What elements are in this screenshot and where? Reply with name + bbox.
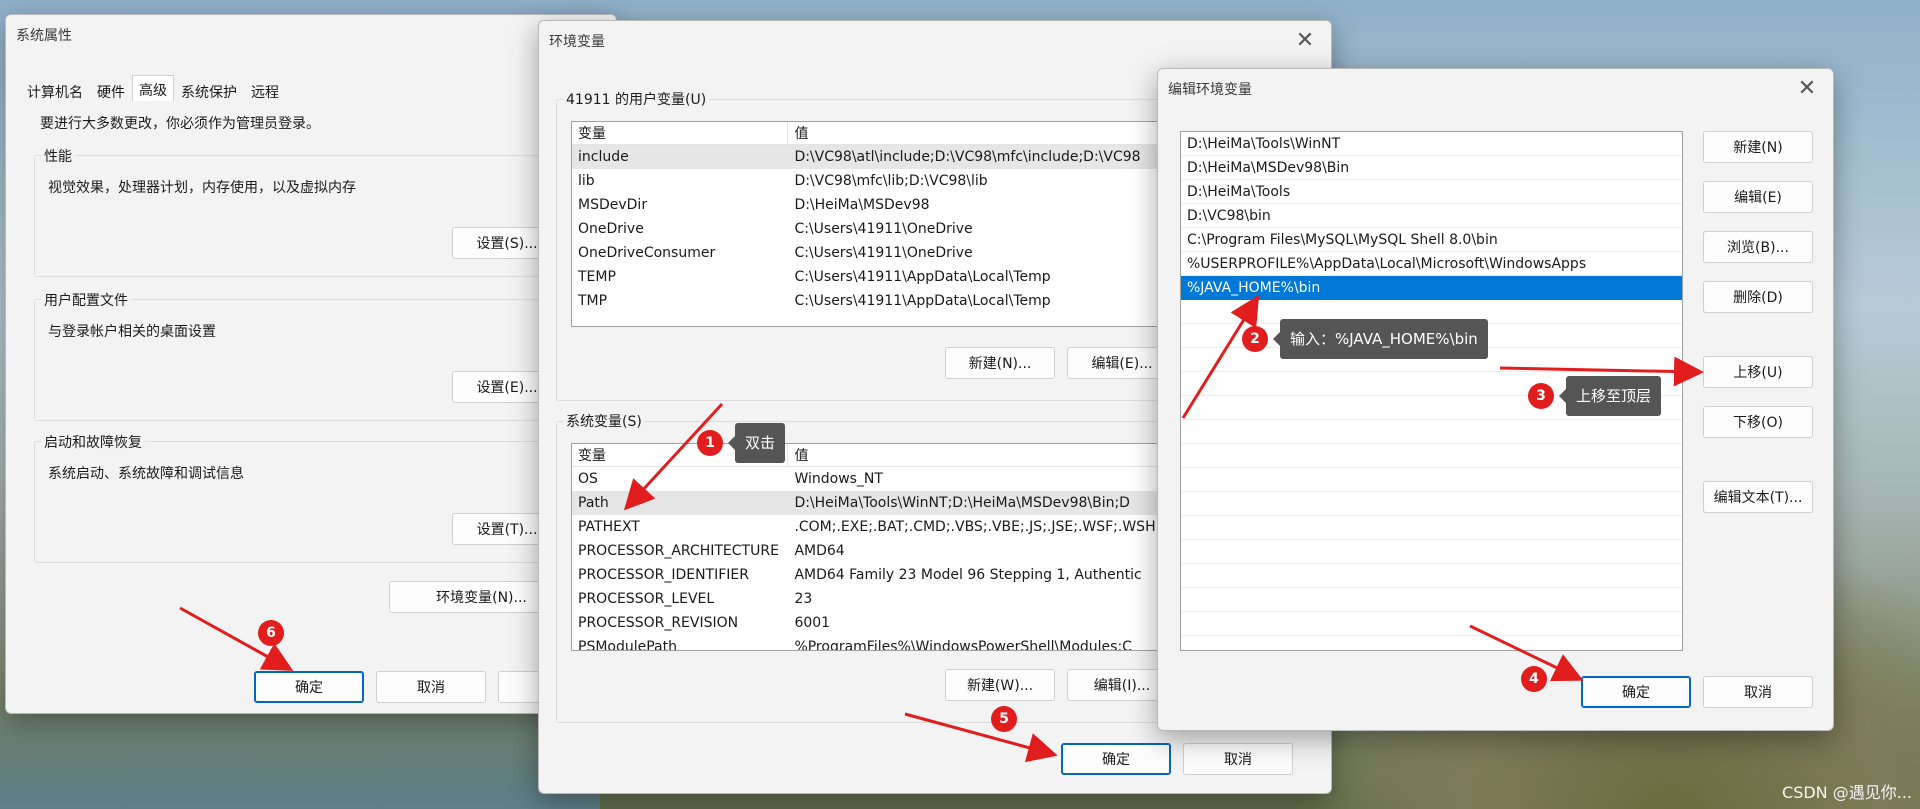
list-item[interactable]: D:\HeiMa\MSDev98\Bin xyxy=(1181,156,1682,180)
ok-button[interactable]: 确定 xyxy=(1061,743,1171,775)
empty-row xyxy=(1181,420,1682,444)
variable-name: OneDriveConsumer xyxy=(578,245,716,261)
tab-hardware[interactable]: 硬件 xyxy=(90,77,132,103)
variable-name: TMP xyxy=(578,293,608,309)
admin-note: 要进行大多数更改，你必须作为管理员登录。 xyxy=(40,116,320,132)
variable-name: PSModulePath xyxy=(578,639,677,651)
annotation-tip-input: 输入：%JAVA_HOME%\bin xyxy=(1273,319,1488,359)
step-badge-4: 4 xyxy=(1521,666,1547,692)
user-profile-desc: 与登录帐户相关的桌面设置 xyxy=(48,324,216,340)
step-badge-3: 3 xyxy=(1528,383,1554,409)
move-down-button[interactable]: 下移(O) xyxy=(1703,406,1813,438)
variable-name: Path xyxy=(578,495,609,511)
list-item[interactable]: %USERPROFILE%\AppData\Local\Microsoft\Wi… xyxy=(1181,252,1682,276)
step-badge-6: 6 xyxy=(258,620,284,646)
startup-title: 启动和故障恢复 xyxy=(41,432,145,452)
performance-desc: 视觉效果，处理器计划，内存使用，以及虚拟内存 xyxy=(48,180,356,196)
new-button[interactable]: 新建(N) xyxy=(1703,131,1813,163)
annotation-tip-move-top: 上移至顶层 xyxy=(1558,376,1662,416)
empty-row xyxy=(1181,468,1682,492)
ok-button[interactable]: 确定 xyxy=(1581,676,1691,708)
user-new-button[interactable]: 新建(N)... xyxy=(945,347,1055,379)
empty-row xyxy=(1181,492,1682,516)
variable-name: MSDevDir xyxy=(578,197,648,213)
cancel-button[interactable]: 取消 xyxy=(1703,676,1813,708)
variable-name: PROCESSOR_IDENTIFIER xyxy=(578,567,749,583)
tab-computer-name[interactable]: 计算机名 xyxy=(20,77,90,103)
user-profile-title: 用户配置文件 xyxy=(41,290,131,310)
cancel-button[interactable]: 取消 xyxy=(1183,743,1293,775)
system-new-button[interactable]: 新建(W)... xyxy=(945,669,1055,701)
variable-name: OneDrive xyxy=(578,221,644,237)
tab-system-protection[interactable]: 系统保护 xyxy=(174,77,244,103)
ok-button[interactable]: 确定 xyxy=(254,671,364,703)
step-badge-2: 2 xyxy=(1242,326,1268,352)
empty-row xyxy=(1181,540,1682,564)
browse-button[interactable]: 浏览(B)... xyxy=(1703,231,1813,263)
empty-row xyxy=(1181,588,1682,612)
list-item[interactable]: D:\VC98\bin xyxy=(1181,204,1682,228)
edit-text-button[interactable]: 编辑文本(T)... xyxy=(1703,481,1813,513)
tab-advanced[interactable]: 高级 xyxy=(132,75,174,101)
move-up-button[interactable]: 上移(U) xyxy=(1703,356,1813,388)
list-item[interactable]: C:\Program Files\MySQL\MySQL Shell 8.0\b… xyxy=(1181,228,1682,252)
variable-name: PATHEXT xyxy=(578,519,640,535)
variable-name: TEMP xyxy=(578,269,616,285)
cancel-button[interactable]: 取消 xyxy=(376,671,486,703)
delete-button[interactable]: 删除(D) xyxy=(1703,281,1813,313)
edit-environment-variable-window: 编辑环境变量 ✕ D:\HeiMa\Tools\WinNT D:\HeiMa\M… xyxy=(1157,68,1834,731)
empty-row xyxy=(1181,564,1682,588)
edit-button[interactable]: 编辑(E) xyxy=(1703,181,1813,213)
variable-name: lib xyxy=(578,173,595,189)
system-properties-window: 系统属性 计算机名 硬件 高级 系统保护 远程 要进行大多数更改，你必须作为管理… xyxy=(5,14,617,714)
system-variables-title: 系统变量(S) xyxy=(563,411,645,431)
list-item[interactable]: D:\HeiMa\Tools xyxy=(1181,180,1682,204)
list-item[interactable]: D:\HeiMa\Tools\WinNT xyxy=(1181,132,1682,156)
column-header-variable[interactable]: 变量 xyxy=(572,122,789,144)
window-title: 编辑环境变量 xyxy=(1158,69,1833,109)
variable-name: PROCESSOR_REVISION xyxy=(578,615,739,631)
variable-name: PROCESSOR_ARCHITECTURE xyxy=(578,543,779,559)
close-icon[interactable]: ✕ xyxy=(1293,29,1317,53)
watermark-text: CSDN @遇见你... xyxy=(1782,783,1912,802)
empty-row xyxy=(1181,444,1682,468)
user-variables-title: 41911 的用户变量(U) xyxy=(563,89,710,109)
variable-name: include xyxy=(578,149,629,165)
empty-row xyxy=(1181,612,1682,636)
close-icon[interactable]: ✕ xyxy=(1795,77,1819,101)
tab-remote[interactable]: 远程 xyxy=(244,77,286,103)
step-badge-5: 5 xyxy=(991,706,1017,732)
annotation-tip-double-click: 双击 xyxy=(727,423,786,463)
list-item-selected[interactable]: %JAVA_HOME%\bin xyxy=(1181,276,1682,300)
window-title: 系统属性 xyxy=(6,15,616,55)
window-title: 环境变量 xyxy=(539,21,1331,61)
variable-name: PROCESSOR_LEVEL xyxy=(578,591,715,607)
performance-title: 性能 xyxy=(41,146,75,166)
variable-name: OS xyxy=(578,471,598,487)
empty-row xyxy=(1181,516,1682,540)
step-badge-1: 1 xyxy=(697,430,723,456)
tab-strip: 计算机名 硬件 高级 系统保护 远程 xyxy=(20,75,286,103)
startup-desc: 系统启动、系统故障和调试信息 xyxy=(48,466,244,482)
